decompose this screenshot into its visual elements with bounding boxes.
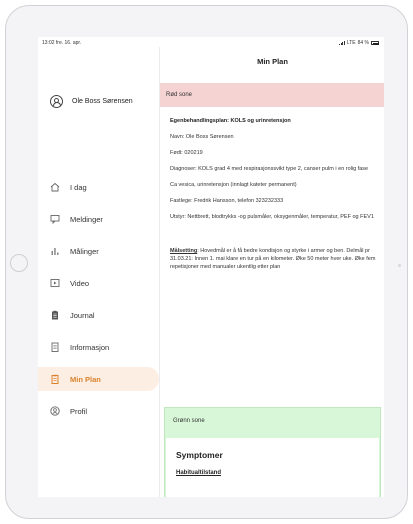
name-line: Navn: Ole Boss Sørensen (170, 134, 234, 140)
sidebar: Ole Boss Sørensen I dag Meldinger Måling… (38, 47, 159, 497)
battery-label: 84 % (357, 40, 369, 46)
sidebar-item-label: Informasjon (70, 342, 110, 352)
goal-paragraph: Målsetting: Hovedmål er å få bedre kondi… (170, 247, 378, 271)
user-name: Ole Boss Sørensen (72, 98, 133, 105)
sidebar-item-label: Meldinger (70, 214, 103, 224)
bar-chart-icon (50, 246, 60, 256)
sidebar-item-label: Målinger (70, 246, 99, 256)
sidebar-item-meldinger[interactable]: Meldinger (38, 207, 159, 231)
video-icon (50, 278, 60, 288)
user-profile[interactable]: Ole Boss Sørensen (50, 95, 133, 108)
sidebar-item-journal[interactable]: Journal (38, 303, 159, 327)
red-zone-banner: Rød sone (160, 83, 384, 107)
status-bar: 13:02 fre. 16. apr. LTE 84 % (38, 37, 384, 47)
home-button (10, 254, 28, 272)
born-line: Født: 020219 (170, 150, 203, 156)
sidebar-item-profil[interactable]: Profil (38, 399, 159, 423)
sidebar-item-label: I dag (70, 182, 87, 192)
avatar-icon (50, 95, 63, 108)
sidebar-item-idag[interactable]: I dag (38, 175, 159, 199)
signal-icon (339, 41, 345, 45)
camera-dot (398, 264, 401, 267)
goal-text: : Hovedmål er å få bedre kondisjon og st… (170, 248, 376, 270)
document-icon (50, 342, 60, 352)
status-right: LTE 84 % (339, 40, 379, 46)
sidebar-item-video[interactable]: Video (38, 271, 159, 295)
equipment-line: Utstyr: Nettbrett, blodtrykks -og pulsmå… (170, 214, 374, 220)
profile-icon (50, 406, 60, 416)
habitual-label: Habitualtilstand (176, 470, 222, 476)
sidebar-item-label: Profil (70, 406, 88, 416)
plan-title: Egenbehandlingsplan: KOLS og urinretensj… (170, 118, 291, 124)
symptoms-card: Symptomer Habitualtilstand (166, 438, 379, 497)
symptoms-title: Symptomer (176, 450, 223, 460)
sidebar-item-label: Video (70, 278, 90, 288)
sidebar-item-min-plan[interactable]: Min Plan (38, 367, 159, 391)
sidebar-item-malinger[interactable]: Målinger (38, 239, 159, 263)
tablet-frame: 13:02 fre. 16. apr. LTE 84 % Ole Boss Sø… (5, 5, 408, 519)
diagnosis-line-2: Ca vesica, urinretensjon (innlagt katete… (170, 182, 297, 188)
sidebar-item-label: Journal (70, 310, 95, 320)
app-screen: 13:02 fre. 16. apr. LTE 84 % Ole Boss Sø… (38, 37, 384, 497)
chat-icon (50, 214, 60, 224)
plan-icon (50, 374, 60, 384)
doctor-line: Fastlege: Fredrik Hansson, telefon 32323… (170, 198, 284, 204)
sidebar-item-informasjon[interactable]: Informasjon (38, 335, 159, 359)
clipboard-icon (50, 310, 60, 320)
battery-icon (371, 41, 379, 45)
plan-content: Egenbehandlingsplan: KOLS og urinretensj… (170, 117, 378, 271)
page-title: Min Plan (257, 57, 288, 66)
green-zone-panel: Grønn sone Symptomer Habitualtilstand (164, 407, 381, 497)
diagnosis-line: Diagnoser: KOLS grad 4 med respirasjonss… (170, 166, 369, 172)
green-zone-label: Grønn sone (173, 418, 205, 424)
sidebar-item-label: Min Plan (70, 374, 101, 384)
main-panel: Min Plan Rød sone Egenbehandlingsplan: K… (159, 47, 384, 497)
goal-label: Målsetting (170, 248, 198, 254)
status-time: 13:02 fre. 16. apr. (42, 40, 82, 46)
network-label: LTE (346, 40, 356, 46)
home-icon (50, 182, 60, 192)
